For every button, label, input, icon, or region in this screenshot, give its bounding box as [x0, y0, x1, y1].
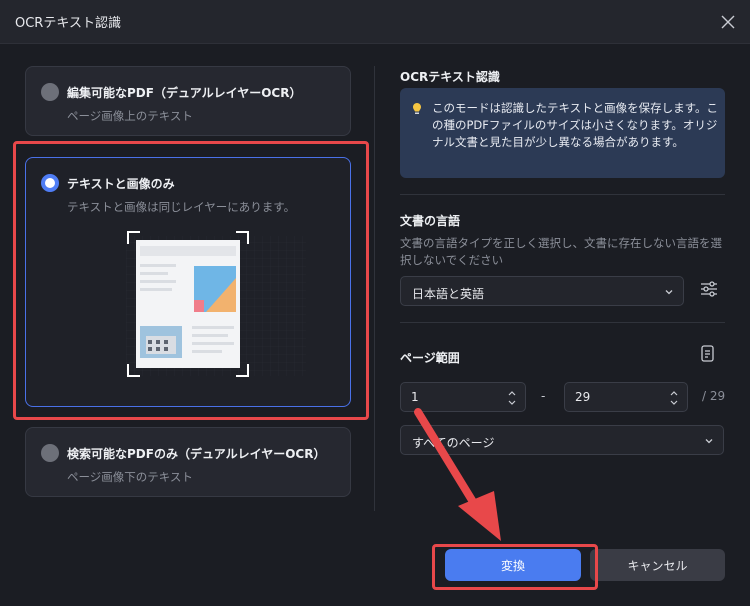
sliders-icon — [701, 281, 717, 297]
radio-editable-pdf[interactable] — [41, 83, 59, 101]
cancel-button[interactable]: キャンセル — [590, 549, 725, 581]
ocr-mode-options: 編集可能なPDF（デュアルレイヤーOCR） ページ画像上のテキスト テキストと画… — [0, 44, 375, 606]
language-select[interactable]: 日本語と英語 — [400, 276, 684, 306]
radio-searchable-pdf[interactable] — [41, 444, 59, 462]
option-title: テキストと画像のみ — [67, 177, 175, 191]
mode-info-text: このモードは認識したテキストと画像を保存します。この種のPDFファイルのサイズは… — [432, 101, 719, 149]
ocr-section-title: OCRテキスト認識 — [400, 70, 500, 84]
range-separator: - — [541, 389, 546, 403]
title-bar: OCRテキスト認識 — [0, 0, 750, 44]
option-desc: ページ画像下のテキスト — [67, 470, 193, 484]
section-divider — [400, 322, 725, 323]
radio-text-and-image[interactable] — [41, 174, 59, 192]
option-title: 編集可能なPDF（デュアルレイヤーOCR） — [67, 86, 302, 100]
panel-divider — [374, 66, 375, 511]
page-range-title: ページ範囲 — [400, 351, 460, 365]
settings-panel: OCRテキスト認識 このモードは認識したテキストと画像を保存します。この種のPD… — [376, 44, 750, 606]
close-icon — [721, 15, 735, 29]
lightbulb-icon — [413, 103, 421, 114]
section-divider — [400, 194, 725, 195]
chevron-down-icon — [665, 290, 673, 295]
window-title: OCRテキスト認識 — [15, 16, 121, 31]
option-desc: ページ画像上のテキスト — [67, 109, 193, 123]
language-title: 文書の言語 — [400, 214, 461, 228]
option-title: 検索可能なPDFのみ（デュアルレイヤーOCR） — [67, 447, 326, 461]
chevron-down-icon — [705, 439, 713, 444]
stepper-arrows-icon[interactable] — [507, 387, 517, 409]
page-range-icon[interactable] — [698, 344, 718, 364]
option-searchable-pdf[interactable]: 検索可能なPDFのみ（デュアルレイヤーOCR） ページ画像下のテキスト — [25, 427, 351, 497]
page-scope-value: すべてのページ — [412, 436, 495, 450]
page-total: / 29 — [702, 389, 726, 403]
close-button[interactable] — [716, 10, 740, 34]
page-to-stepper[interactable] — [564, 382, 688, 412]
page-from-input[interactable] — [411, 390, 471, 404]
language-desc: 文書の言語タイプを正しく選択し、文書に存在しない言語を選択しないでください — [400, 236, 722, 267]
document-scan-illustration — [126, 231, 306, 377]
option-text-and-image[interactable]: テキストと画像のみ テキストと画像は同じレイヤーにあります。 — [25, 157, 351, 407]
language-settings-button[interactable] — [696, 276, 722, 302]
page-from-stepper[interactable] — [400, 382, 526, 412]
stepper-arrows-icon[interactable] — [669, 387, 679, 409]
option-editable-pdf[interactable]: 編集可能なPDF（デュアルレイヤーOCR） ページ画像上のテキスト — [25, 66, 351, 136]
page-to-input[interactable] — [575, 390, 635, 404]
convert-button[interactable]: 変換 — [445, 549, 581, 581]
page-scope-select[interactable]: すべてのページ — [400, 425, 724, 455]
option-desc: テキストと画像は同じレイヤーにあります。 — [67, 200, 296, 214]
language-select-value: 日本語と英語 — [412, 287, 485, 301]
mode-info-box: このモードは認識したテキストと画像を保存します。この種のPDFファイルのサイズは… — [400, 88, 725, 178]
